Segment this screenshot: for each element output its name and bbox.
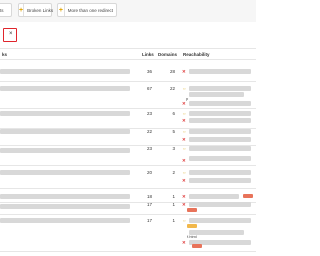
url-fragment: p <box>186 96 189 101</box>
target-url-placeholder[interactable] <box>189 69 251 74</box>
target-url-placeholder[interactable] <box>189 146 251 151</box>
links-count: 23 <box>146 146 152 151</box>
target-url-placeholder[interactable] <box>189 101 251 106</box>
status-badge <box>187 208 197 212</box>
column-header-domains[interactable]: Domains <box>158 52 177 57</box>
links-count: 18 <box>146 194 152 199</box>
domains-count: 22 <box>169 86 175 91</box>
divider <box>0 165 256 166</box>
divider <box>0 59 256 60</box>
links-count: 23 <box>146 111 152 116</box>
links-count: 36 <box>146 69 152 74</box>
page-url-placeholder[interactable] <box>0 194 130 199</box>
redirect-icon: ⇔ <box>182 218 187 223</box>
target-url-placeholder[interactable] <box>189 129 251 134</box>
redirect-icon: ⇔ <box>182 129 187 134</box>
links-count: 22 <box>146 129 152 134</box>
links-count: 20 <box>146 170 152 175</box>
target-url-placeholder[interactable] <box>189 156 251 161</box>
page-url-placeholder[interactable] <box>0 148 130 153</box>
divider <box>0 108 256 109</box>
error-icon: ✕ <box>182 240 186 245</box>
domains-count: 5 <box>172 129 175 134</box>
target-url-placeholder[interactable] <box>189 230 244 235</box>
error-icon: ✕ <box>182 158 186 163</box>
filter-chip-broken-links[interactable]: + Broken Links <box>18 3 53 17</box>
redirect-icon: ⇔ <box>182 86 187 91</box>
redirect-icon: ⇔ <box>182 170 187 175</box>
status-badge <box>243 194 253 198</box>
target-url-placeholder[interactable] <box>189 118 251 123</box>
redirect-icon: ⇔ <box>182 111 187 116</box>
status-badge <box>192 244 202 248</box>
column-header-links[interactable]: Links <box>142 52 154 57</box>
page-url-placeholder[interactable] <box>0 86 130 91</box>
domains-count: 1 <box>172 218 175 223</box>
page-url-placeholder[interactable] <box>0 69 130 74</box>
error-icon: ✕ <box>182 118 186 123</box>
active-filter[interactable]: × <box>3 28 17 42</box>
page-url-placeholder[interactable] <box>0 129 130 134</box>
page-url-placeholder[interactable] <box>0 111 130 116</box>
filter-chip-more-than-one-redirect[interactable]: + More than one redirect <box>57 3 117 17</box>
page-url-placeholder[interactable] <box>0 170 130 175</box>
divider <box>0 214 256 215</box>
column-header-page: ks <box>2 52 8 57</box>
domains-count: 6 <box>172 111 175 116</box>
error-icon: ✕ <box>182 178 186 183</box>
target-url-placeholder[interactable] <box>189 202 251 207</box>
error-icon: ✕ <box>182 69 186 74</box>
divider <box>0 251 256 252</box>
filter-chip-label: More than one redirect <box>67 7 113 13</box>
error-icon: ✕ <box>182 101 186 106</box>
domains-count: 2 <box>172 170 175 175</box>
target-url-placeholder[interactable] <box>189 218 251 223</box>
domains-count: 1 <box>172 202 175 207</box>
filter-chip-label: ts <box>0 7 4 13</box>
links-count: 17 <box>146 218 152 223</box>
target-url-placeholder[interactable] <box>189 137 251 142</box>
links-count: 67 <box>146 86 152 91</box>
page-url-placeholder[interactable] <box>0 218 130 223</box>
filter-chip-label: Broken Links <box>27 7 54 13</box>
close-icon[interactable]: × <box>9 31 13 37</box>
error-icon: ✕ <box>182 137 186 142</box>
plus-icon: + <box>58 4 65 16</box>
divider <box>0 188 256 189</box>
target-url-placeholder[interactable] <box>189 86 251 91</box>
target-url-placeholder[interactable] <box>189 178 251 183</box>
target-url-placeholder[interactable] <box>189 170 251 175</box>
filter-chip-partial[interactable]: ts <box>0 3 12 17</box>
target-url-placeholder[interactable] <box>189 92 244 97</box>
links-count: 17 <box>146 202 152 207</box>
backlinks-table: ks Links Domains Reachability 36 28 ✕ 67… <box>0 48 256 256</box>
page-url-placeholder[interactable] <box>0 204 130 209</box>
divider <box>0 81 256 82</box>
divider <box>0 48 256 49</box>
domains-count: 1 <box>172 194 175 199</box>
error-icon: ✕ <box>182 202 186 207</box>
error-icon: ✕ <box>182 194 186 199</box>
domains-count: 28 <box>169 69 175 74</box>
redirect-icon: ⇔ <box>182 146 187 151</box>
url-fragment: f.html <box>187 234 197 239</box>
target-url-placeholder[interactable] <box>189 194 239 199</box>
domains-count: 3 <box>172 146 175 151</box>
column-header-reachability[interactable]: Reachability <box>183 52 210 57</box>
status-badge <box>187 224 197 228</box>
target-url-placeholder[interactable] <box>189 111 251 116</box>
filter-bar: ts + Broken Links + More than one redire… <box>0 0 256 22</box>
